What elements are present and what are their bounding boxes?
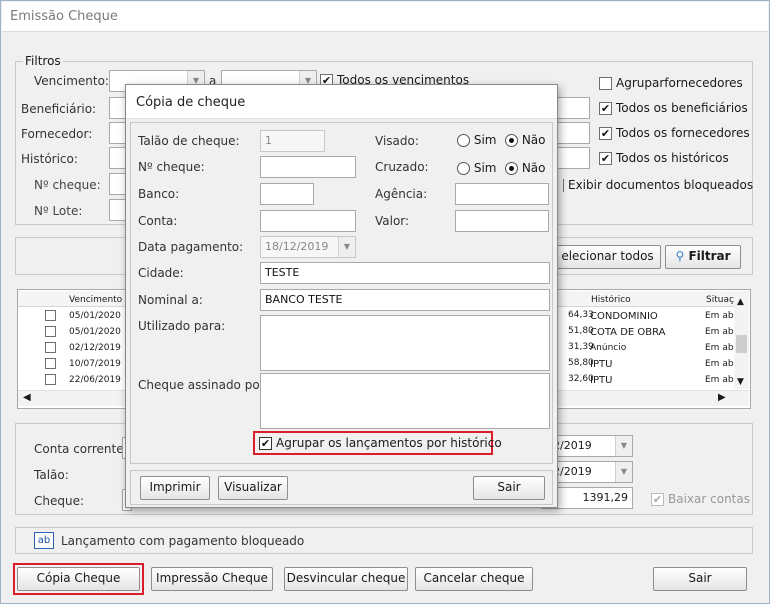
fornecedor-label: Fornecedor:	[21, 127, 93, 141]
visado-label: Visado:	[375, 134, 419, 148]
banco-input[interactable]	[260, 183, 314, 205]
sair-button[interactable]: Sair	[653, 567, 747, 591]
imprimir-button[interactable]: Imprimir	[140, 476, 210, 500]
num-cheque-input[interactable]	[260, 156, 356, 178]
nominal-input[interactable]: BANCO TESTE	[260, 289, 550, 311]
cidade-input[interactable]: TESTE	[260, 262, 550, 284]
visualizar-button[interactable]: Visualizar	[218, 476, 288, 500]
nominal-label: Nominal a:	[138, 293, 203, 307]
chevron-down-icon[interactable]: ▼	[737, 377, 744, 387]
copia-cheque-button[interactable]: Cópia Cheque	[17, 567, 140, 591]
assinado-label: Cheque assinado por	[138, 378, 265, 392]
cruzado-nao-radio[interactable]: Não	[505, 161, 546, 175]
todos-fornecedores-checkbox[interactable]: ✔ Todos os fornecedores	[599, 126, 750, 140]
checkbox-checked-icon: ✔	[259, 437, 272, 450]
talao-input[interactable]: 1	[260, 130, 325, 152]
col-situacao-header[interactable]: Situaç	[706, 295, 734, 305]
vertical-scrollbar[interactable]: ▲ ▼	[734, 291, 749, 389]
beneficiario-input-right[interactable]	[556, 97, 590, 119]
col-historico-header[interactable]: Histórico	[591, 295, 631, 305]
chevron-down-icon[interactable]: ▼	[615, 462, 632, 482]
agrupar-fornecedores-checkbox[interactable]: Agruparfornecedores	[599, 76, 743, 90]
radio-selected-icon	[505, 134, 518, 147]
cidade-label: Cidade:	[138, 266, 184, 280]
checkbox-checked-icon: ✔	[599, 127, 612, 140]
agencia-label: Agência:	[375, 187, 428, 201]
todos-beneficiarios-checkbox[interactable]: ✔ Todos os beneficiários	[599, 101, 748, 115]
radio-selected-icon	[505, 162, 518, 175]
conta-corrente-label: Conta corrente:	[34, 442, 128, 456]
banco-label: Banco:	[138, 187, 180, 201]
agrupar-historico-checkbox[interactable]: ✔ Agrupar os lançamentos por histórico	[259, 436, 502, 450]
assinado-textarea[interactable]	[260, 373, 550, 429]
radio-icon	[457, 162, 470, 175]
todos-historicos-checkbox[interactable]: ✔ Todos os históricos	[599, 151, 729, 165]
historico-input-right[interactable]	[556, 147, 590, 169]
cheque-label: Cheque:	[34, 494, 85, 508]
baixar-contas-checkbox[interactable]: ✔ Baixar contas	[651, 492, 750, 506]
chevron-right-icon[interactable]: ▶	[718, 392, 726, 403]
data-pagamento-input[interactable]: 18/12/2019 ▼	[260, 236, 356, 258]
selecionar-todos-button[interactable]: elecionar todos	[554, 245, 661, 269]
col-vencimento-header[interactable]: Vencimento	[69, 295, 122, 305]
vencimento-label: Vencimento:	[34, 74, 109, 88]
scroll-thumb[interactable]	[736, 335, 747, 353]
chevron-up-icon[interactable]: ▲	[737, 297, 744, 307]
data-pagamento-label: Data pagamento:	[138, 240, 244, 254]
valor-input[interactable]	[455, 210, 549, 232]
copia-cheque-dialog: Cópia de cheque Talão de cheque: 1 Nº ch…	[125, 84, 558, 508]
dialog-body: Talão de cheque: 1 Nº cheque: Banco: Con…	[130, 122, 553, 464]
chevron-down-icon[interactable]: ▼	[615, 436, 632, 456]
filter-icon: ⚲	[675, 249, 685, 263]
valor-label: Valor:	[375, 214, 410, 228]
checkbox-checked-icon: ✔	[599, 102, 612, 115]
visado-nao-radio[interactable]: Não	[505, 133, 546, 147]
filters-legend: Filtros	[23, 54, 63, 68]
filtrar-button[interactable]: ⚲ Filtrar	[665, 245, 741, 269]
cruzado-label: Cruzado:	[375, 160, 429, 174]
historico-label: Histórico:	[21, 152, 78, 166]
utilizado-label: Utilizado para:	[138, 319, 226, 333]
beneficiario-label: Beneficiário:	[21, 102, 97, 116]
talao-label: Talão:	[34, 468, 69, 482]
row-checkbox[interactable]	[45, 326, 56, 337]
checkbox-checked-icon: ✔	[651, 493, 664, 506]
row-checkbox[interactable]	[45, 374, 56, 385]
row-checkbox[interactable]	[45, 358, 56, 369]
conta-input[interactable]	[260, 210, 356, 232]
row-checkbox[interactable]	[45, 310, 56, 321]
fornecedor-input-right[interactable]	[556, 122, 590, 144]
num-lote-label: Nº Lote:	[34, 204, 83, 218]
row-checkbox[interactable]	[45, 342, 56, 353]
checkbox-icon	[558, 179, 564, 192]
impressao-cheque-button[interactable]: Impressão Cheque	[151, 567, 273, 591]
visado-sim-radio[interactable]: Sim	[457, 133, 496, 147]
chevron-down-icon[interactable]: ▼	[338, 237, 355, 257]
radio-icon	[457, 134, 470, 147]
cancelar-cheque-button[interactable]: Cancelar cheque	[415, 567, 533, 591]
talao-label: Talão de cheque:	[138, 134, 240, 148]
checkbox-icon	[599, 77, 612, 90]
agencia-input[interactable]	[455, 183, 549, 205]
chevron-left-icon[interactable]: ◀	[23, 392, 31, 403]
checkbox-checked-icon: ✔	[599, 152, 612, 165]
blocked-badge: ab	[34, 532, 54, 549]
utilizado-textarea[interactable]	[260, 315, 550, 371]
legend-text: Lançamento com pagamento bloqueado	[61, 534, 305, 548]
dialog-title: Cópia de cheque	[126, 85, 557, 119]
desvincular-cheque-button[interactable]: Desvincular cheque	[284, 567, 408, 591]
dialog-footer: Imprimir Visualizar Sair	[130, 470, 553, 505]
window-title: Emissão Cheque	[2, 2, 768, 32]
cruzado-sim-radio[interactable]: Sim	[457, 161, 496, 175]
conta-label: Conta:	[138, 214, 178, 228]
num-cheque-label: Nº cheque:	[34, 178, 101, 192]
num-cheque-label: Nº cheque:	[138, 160, 205, 174]
dialog-sair-button[interactable]: Sair	[473, 476, 545, 500]
exibir-bloqueados-checkbox[interactable]: Exibir documentos bloqueados	[558, 178, 753, 192]
